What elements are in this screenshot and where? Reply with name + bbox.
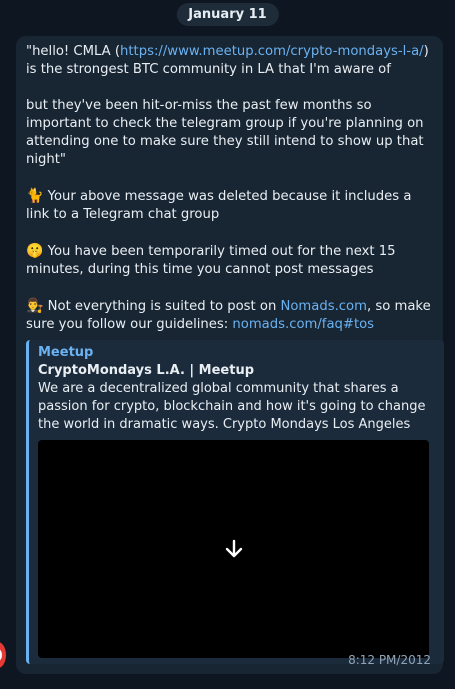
quote-paragraph-1: "hello! CMLA (https://www.meetup.com/cry… bbox=[26, 44, 429, 77]
preview-site-name: Meetup bbox=[38, 345, 94, 360]
quote-paragraph-2: but they've been hit-or-miss the past fe… bbox=[26, 98, 424, 167]
nomads-link[interactable]: Nomads.com bbox=[281, 299, 367, 314]
preview-media[interactable] bbox=[38, 440, 429, 658]
preview-description: We are a decentralized global community … bbox=[38, 381, 426, 432]
deleted-notice: 🐈 Your above message was deleted because… bbox=[26, 188, 412, 222]
cat-emoji-icon: 🐈 bbox=[26, 188, 44, 204]
message-bubble[interactable]: "hello! CMLA (https://www.meetup.com/cry… bbox=[16, 36, 444, 674]
date-separator: January 11 bbox=[176, 3, 279, 26]
avatar[interactable] bbox=[0, 642, 6, 668]
download-arrow-icon[interactable] bbox=[222, 537, 246, 561]
guidelines-notice: 👨‍⚖️ Not everything is suited to post on… bbox=[26, 298, 431, 332]
timeout-notice: 🤫 You have been temporarily timed out fo… bbox=[26, 243, 396, 277]
message-text: "hello! CMLA (https://www.meetup.com/cry… bbox=[26, 43, 433, 334]
preview-title: CryptoMondays L.A. | Meetup bbox=[38, 363, 255, 378]
guidelines-link[interactable]: nomads.com/faq#tos bbox=[232, 317, 374, 332]
link-preview[interactable]: Meetup CryptoMondays L.A. | Meetup We ar… bbox=[26, 340, 444, 664]
message-timestamp: 8:12 PM/2012 bbox=[348, 653, 431, 667]
judge-emoji-icon: 👨‍⚖️ bbox=[26, 298, 44, 314]
meetup-link[interactable]: https://www.meetup.com/crypto-mondays-l-… bbox=[120, 44, 424, 59]
shush-emoji-icon: 🤫 bbox=[26, 243, 44, 259]
